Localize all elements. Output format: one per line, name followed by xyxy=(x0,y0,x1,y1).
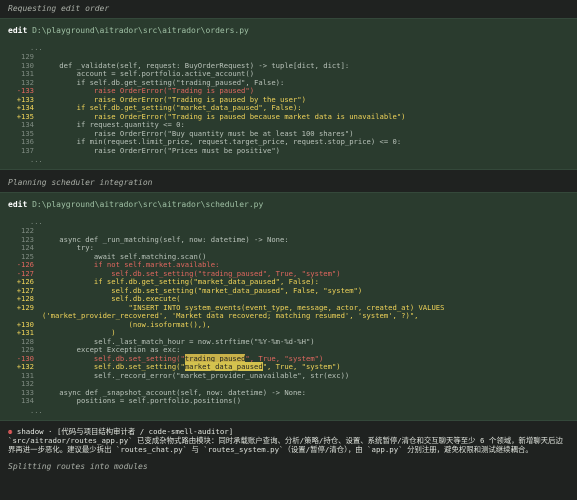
code-line: 131 self._record_error("market_provider_… xyxy=(8,370,569,381)
ellipsis-bottom: ... xyxy=(30,156,43,164)
status-splitting-routes: Splitting routes into modules xyxy=(8,461,148,471)
line-text: self._record_error("market_provider_unav… xyxy=(42,370,350,380)
file-path[interactable]: D:\playground\aitrador\src\aitrador\sche… xyxy=(32,200,263,209)
code-line: 137 raise OrderError("Prices must be pos… xyxy=(8,145,569,156)
code-diff: 129 130 def _validate(self, request: BuyO… xyxy=(8,52,569,156)
diff-panel-scheduler: edit D:\playground\aitrador\src\aitrador… xyxy=(0,192,577,421)
shadow-header: ⚉ shadow · [代码与项目结构审计者 / code-smell-audi… xyxy=(8,427,569,436)
line-text: raise OrderError("Prices must be positiv… xyxy=(42,145,280,155)
line-text: async def _run_matching(self, now: datet… xyxy=(42,234,289,244)
edit-keyword: edit xyxy=(8,200,28,209)
line-number: 137 xyxy=(21,145,34,155)
diff-panel-title: edit D:\playground\aitrador\src\aitrador… xyxy=(8,25,569,37)
status-requesting-edit: Requesting edit order xyxy=(8,4,110,13)
diff-highlight: market_data_paused xyxy=(184,362,263,371)
line-number: +129 xyxy=(16,302,34,312)
edit-keyword: edit xyxy=(8,26,28,35)
ellipsis-top: ... xyxy=(30,218,43,226)
code-line: +129 "INSERT INTO system_events(event_ty… xyxy=(8,302,569,321)
ellipsis-bottom: ... xyxy=(30,406,43,415)
code-line: 134 positions = self.portfolio.positions… xyxy=(8,396,569,406)
shadow-auditor-message: ⚉ shadow · [代码与项目结构审计者 / code-smell-audi… xyxy=(0,421,577,454)
code-diff: 122 123 async def _run_matching(self, now… xyxy=(8,226,569,406)
line-number: 134 xyxy=(21,396,34,405)
shadow-body: `src/aitrador/routes_app.py` 已变成杂物式路由模块：… xyxy=(8,435,563,454)
file-path[interactable]: D:\playground\aitrador\src\aitrador\orde… xyxy=(32,26,249,35)
diff-panel-title: edit D:\playground\aitrador\src\aitrador… xyxy=(8,199,569,211)
line-text: positions = self.portfolio.positions() xyxy=(42,396,242,405)
shadow-header-text: shadow · [代码与项目结构审计者 / code-smell-audito… xyxy=(16,426,234,436)
line-text: (now.isoformat(),), xyxy=(42,319,211,329)
ellipsis-top: ... xyxy=(30,44,43,52)
diff-panel-orders: edit D:\playground\aitrador\src\aitrador… xyxy=(0,18,577,170)
line-text: "INSERT INTO system_events(event_type, m… xyxy=(42,302,449,320)
ghost-icon: ⚉ xyxy=(8,426,13,436)
status-planning-scheduler: Planning scheduler integration xyxy=(8,178,153,187)
